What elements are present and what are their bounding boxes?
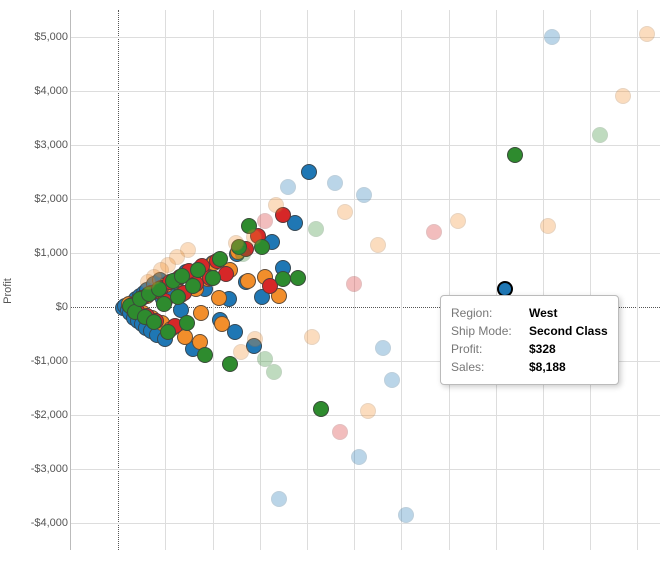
scatter-point[interactable] — [240, 273, 256, 289]
y-tick-label: -$3,000 — [18, 463, 68, 475]
gridline-v — [637, 10, 638, 550]
scatter-point[interactable] — [346, 276, 362, 292]
scatter-point[interactable] — [228, 235, 244, 251]
scatter-point[interactable] — [398, 507, 414, 523]
y-tick-label: $3,000 — [18, 139, 68, 151]
scatter-point[interactable] — [266, 364, 282, 380]
y-tick-label: $5,000 — [18, 31, 68, 43]
scatter-point[interactable] — [212, 251, 228, 267]
scatter-point[interactable] — [146, 314, 162, 330]
scatter-point[interactable] — [193, 305, 209, 321]
tooltip-key: Region: — [451, 304, 523, 322]
scatter-point[interactable] — [211, 290, 227, 306]
scatter-point[interactable] — [233, 344, 249, 360]
scatter-point[interactable] — [313, 401, 329, 417]
plot-area[interactable] — [70, 10, 660, 550]
scatter-point[interactable] — [337, 204, 353, 220]
tooltip-row-shipmode: Ship Mode: Second Class — [451, 322, 608, 340]
scatter-point[interactable] — [332, 424, 348, 440]
gridline-h — [71, 469, 660, 470]
scatter-point[interactable] — [290, 270, 306, 286]
scatter-point[interactable] — [615, 88, 631, 104]
scatter-point[interactable] — [450, 213, 466, 229]
gridline-h — [71, 91, 660, 92]
scatter-point[interactable] — [170, 289, 186, 305]
scatter-point[interactable] — [544, 29, 560, 45]
scatter-point[interactable] — [639, 26, 655, 42]
gridline-v — [496, 10, 497, 550]
scatter-point[interactable] — [426, 224, 442, 240]
y-axis-label: Profit — [2, 278, 14, 304]
scatter-point[interactable] — [375, 340, 391, 356]
scatter-point[interactable] — [327, 175, 343, 191]
y-tick-label: -$4,000 — [18, 517, 68, 529]
scatter-point[interactable] — [205, 270, 221, 286]
y-tick-label: $4,000 — [18, 85, 68, 97]
tooltip-value: $328 — [529, 340, 556, 358]
gridline-h — [71, 37, 660, 38]
scatter-point[interactable] — [308, 221, 324, 237]
scatter-point[interactable] — [360, 403, 376, 419]
scatter-point[interactable] — [507, 147, 523, 163]
y-tick-label: $1,000 — [18, 247, 68, 259]
scatter-point[interactable] — [370, 237, 386, 253]
gridline-v — [401, 10, 402, 550]
y-tick-label: -$2,000 — [18, 409, 68, 421]
tooltip-row-profit: Profit: $328 — [451, 340, 608, 358]
gridline-v — [543, 10, 544, 550]
scatter-point[interactable] — [275, 271, 291, 287]
scatter-point[interactable] — [140, 274, 156, 290]
scatter-point[interactable] — [246, 229, 262, 245]
scatter-point[interactable] — [280, 179, 296, 195]
y-tick-label: $2,000 — [18, 193, 68, 205]
gridline-h — [71, 253, 660, 254]
scatter-point[interactable] — [351, 449, 367, 465]
tooltip-value: Second Class — [529, 322, 608, 340]
tooltip-key: Ship Mode: — [451, 322, 523, 340]
y-tick-label: $0 — [18, 301, 68, 313]
scatter-point[interactable] — [257, 213, 273, 229]
tooltip-value: West — [529, 304, 557, 322]
gridline-v — [590, 10, 591, 550]
scatter-point[interactable] — [592, 127, 608, 143]
tooltip-row-sales: Sales: $8,188 — [451, 358, 608, 376]
tooltip-value: $8,188 — [529, 358, 566, 376]
gridline-v — [307, 10, 308, 550]
scatter-point[interactable] — [271, 491, 287, 507]
tooltip-row-region: Region: West — [451, 304, 608, 322]
scatter-chart: Profit $5,000 $4,000 $3,000 $2,000 $1,000 $0 -… — [0, 0, 670, 570]
gridline-v — [449, 10, 450, 550]
scatter-point[interactable] — [304, 329, 320, 345]
scatter-point[interactable] — [268, 197, 284, 213]
scatter-point[interactable] — [214, 316, 230, 332]
scatter-point[interactable] — [540, 218, 556, 234]
tooltip-key: Profit: — [451, 340, 523, 358]
gridline-h — [71, 523, 660, 524]
y-tick-label: -$1,000 — [18, 355, 68, 367]
scatter-point[interactable] — [179, 315, 195, 331]
scatter-point[interactable] — [197, 347, 213, 363]
scatter-point[interactable] — [247, 331, 263, 347]
scatter-point[interactable] — [160, 324, 176, 340]
scatter-point[interactable] — [384, 372, 400, 388]
scatter-point[interactable] — [185, 278, 201, 294]
hover-tooltip: Region: West Ship Mode: Second Class Pro… — [440, 295, 619, 385]
scatter-point[interactable] — [301, 164, 317, 180]
scatter-point[interactable] — [356, 187, 372, 203]
tooltip-key: Sales: — [451, 358, 523, 376]
gridline-h — [71, 145, 660, 146]
